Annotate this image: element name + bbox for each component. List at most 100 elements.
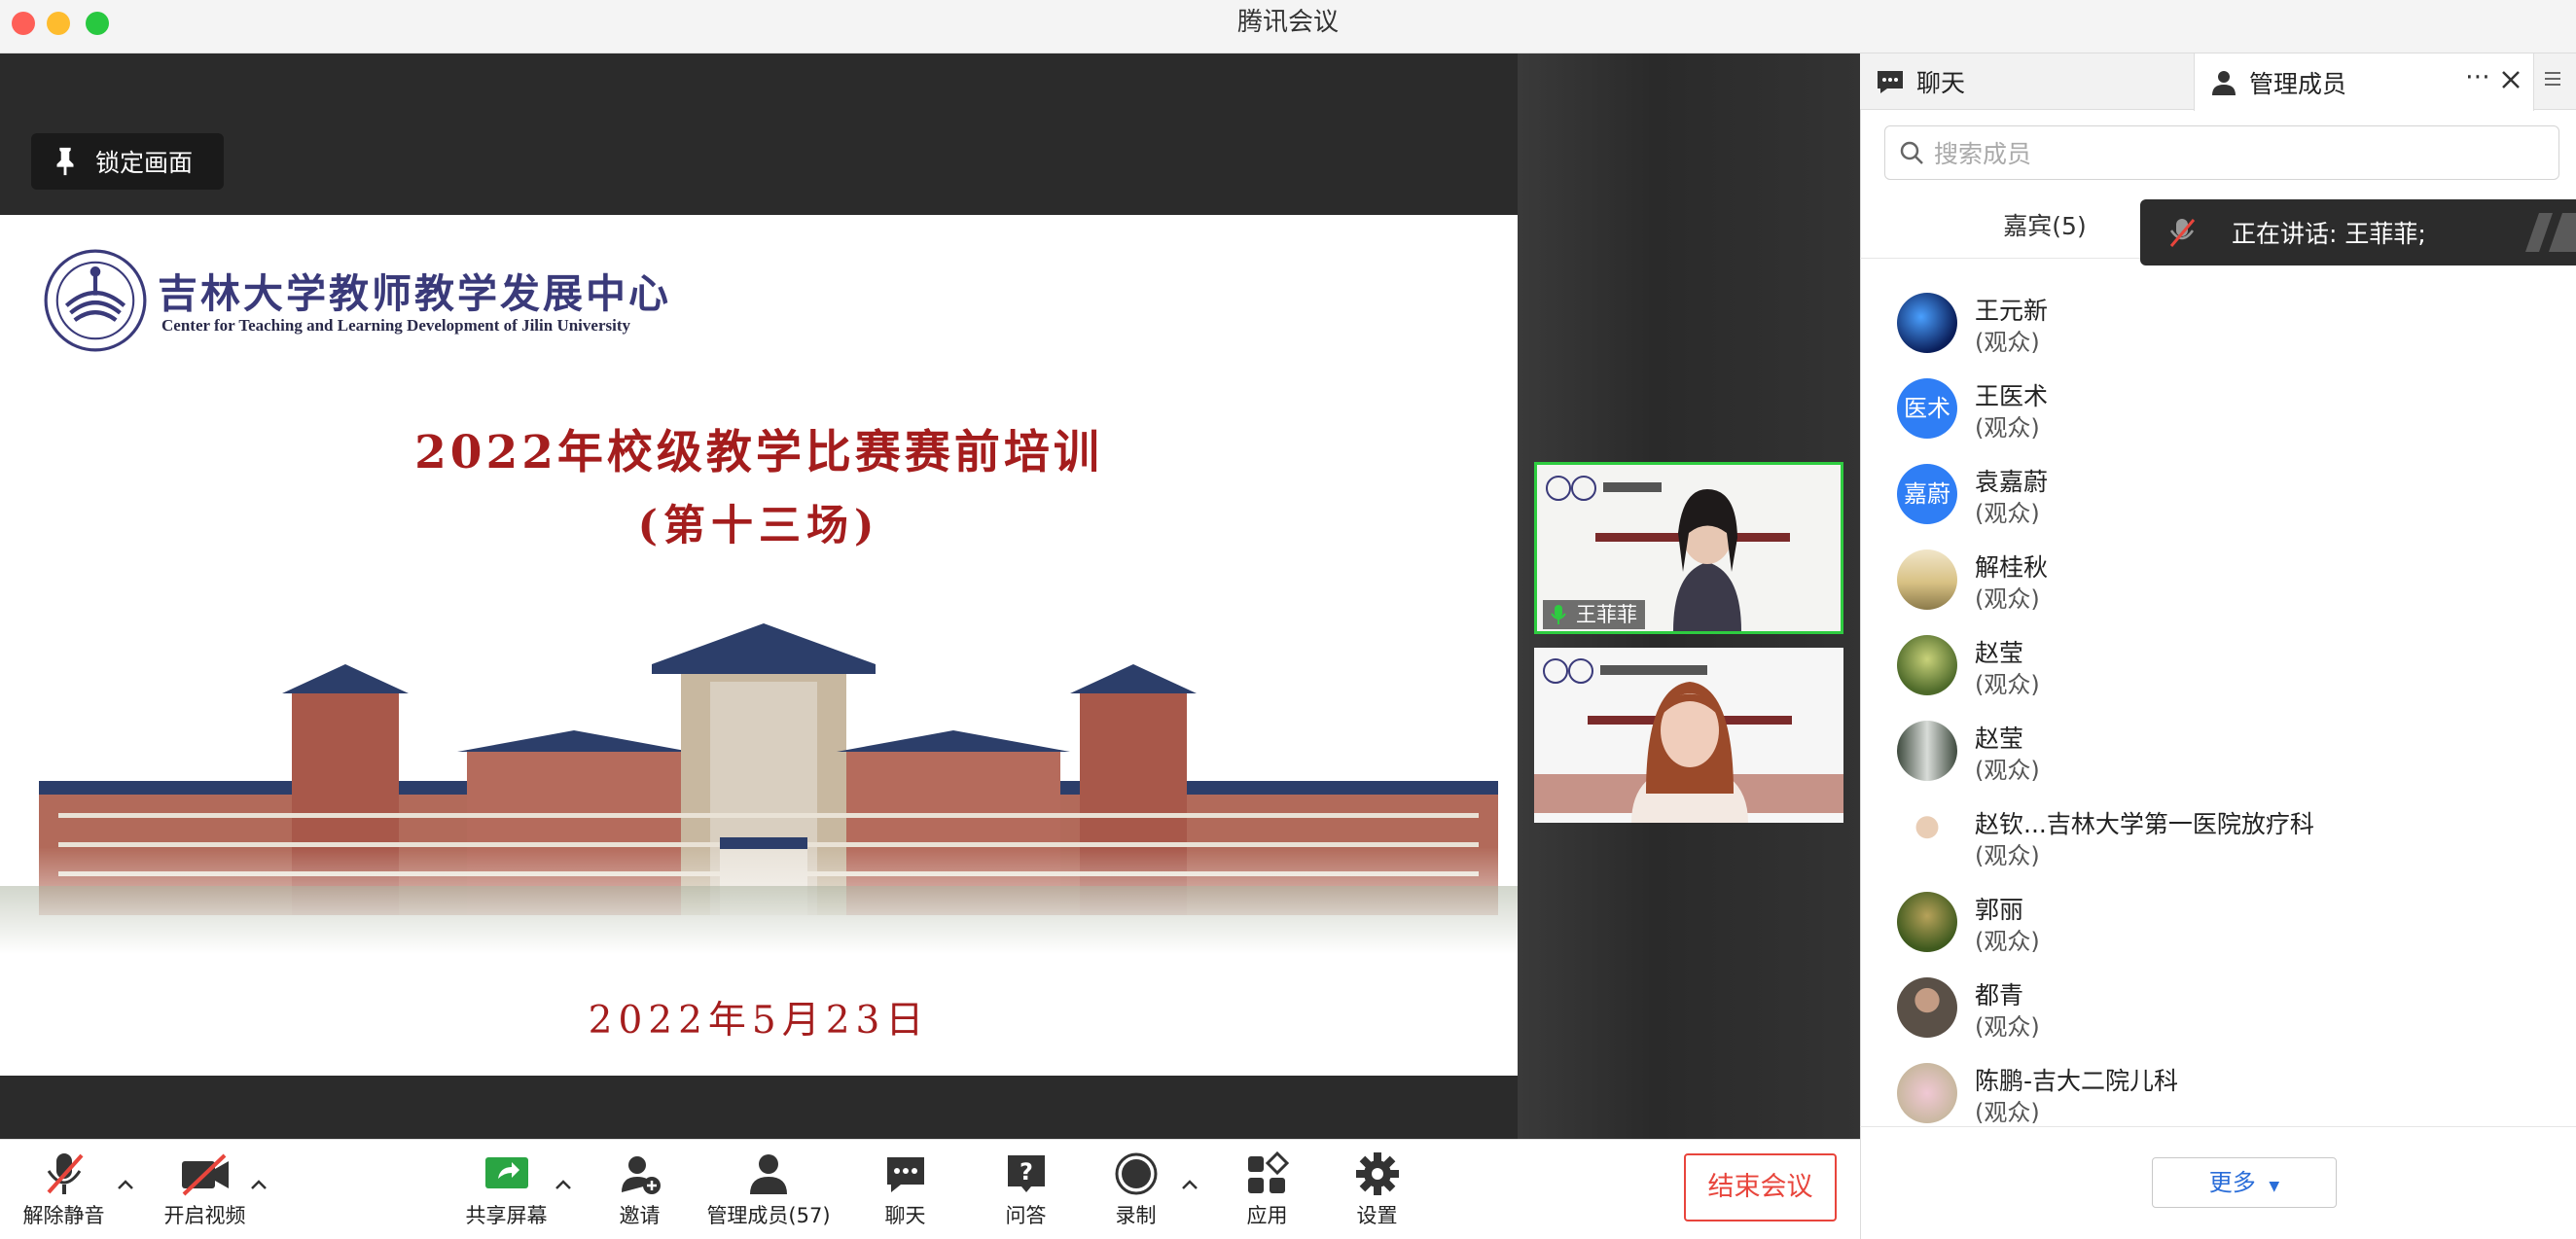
tab-chat[interactable]: 聊天 bbox=[1860, 53, 2194, 110]
member-item[interactable]: 赵莹 (观众) bbox=[1860, 715, 2560, 800]
more-options-icon[interactable]: ⋯ bbox=[2463, 62, 2492, 97]
member-role: (观众) bbox=[1975, 1013, 2040, 1041]
search-members-field[interactable]: 搜索成员 bbox=[1884, 125, 2559, 180]
member-name: 袁嘉蔚 bbox=[1975, 468, 2049, 496]
search-icon bbox=[1900, 141, 1923, 164]
unmute-label: 解除静音 bbox=[22, 1204, 105, 1227]
avatar bbox=[1897, 635, 1957, 695]
member-item[interactable]: 王元新 (观众) bbox=[1860, 287, 2560, 372]
avatar bbox=[1897, 892, 1957, 952]
share-screen-label: 共享屏幕 bbox=[465, 1204, 548, 1227]
microphone-muted-icon bbox=[2169, 219, 2196, 247]
apps-label: 应用 bbox=[1246, 1204, 1288, 1227]
caret-down-icon: ▼ bbox=[2269, 1179, 2280, 1194]
camera-off-icon bbox=[181, 1153, 229, 1196]
slide-date: 2022年5月23日 bbox=[588, 999, 930, 1043]
participant-video bbox=[1534, 648, 1843, 823]
member-item[interactable]: 解桂秋 (观众) bbox=[1860, 544, 2560, 629]
member-role: (观众) bbox=[1975, 500, 2040, 527]
start-video-label: 开启视频 bbox=[163, 1204, 246, 1227]
campus-building-image bbox=[0, 604, 1518, 954]
lock-view-label: 锁定画面 bbox=[95, 149, 194, 177]
window-title: 腾讯会议 bbox=[1236, 8, 1339, 37]
member-role: (观众) bbox=[1975, 1099, 2040, 1126]
record-button[interactable]: 录制 bbox=[1094, 1151, 1177, 1229]
org-name-chinese: 吉林大学教师教学发展中心 bbox=[158, 270, 671, 317]
settings-button[interactable]: 设置 bbox=[1336, 1151, 1418, 1229]
record-options-caret-icon[interactable] bbox=[1181, 1179, 1199, 1190]
member-item[interactable]: 赵莹 (观众) bbox=[1860, 629, 2560, 715]
settings-label: 设置 bbox=[1356, 1204, 1398, 1227]
record-icon bbox=[1115, 1152, 1157, 1195]
speaking-indicator: 正在讲话: 王菲菲; bbox=[2140, 199, 2576, 266]
member-role: (观众) bbox=[1975, 842, 2040, 869]
chat-button[interactable]: 聊天 bbox=[864, 1151, 947, 1229]
more-button[interactable]: 更多 ▼ bbox=[2152, 1157, 2337, 1208]
audio-options-caret-icon[interactable] bbox=[117, 1179, 134, 1190]
more-label: 更多 bbox=[2208, 1169, 2256, 1196]
member-name: 郭丽 bbox=[1975, 896, 2024, 924]
member-name: 陈鹏-吉大二院儿科 bbox=[1975, 1067, 2179, 1095]
apps-button[interactable]: 应用 bbox=[1226, 1151, 1308, 1229]
member-item[interactable]: 陈鹏-吉大二院儿科 (观众) bbox=[1860, 1057, 2560, 1143]
gear-icon bbox=[1355, 1152, 1399, 1195]
lock-view-button[interactable]: 锁定画面 bbox=[31, 133, 224, 190]
add-user-icon bbox=[621, 1156, 661, 1194]
record-label: 录制 bbox=[1115, 1204, 1157, 1227]
avatar: 嘉蔚 bbox=[1897, 464, 1957, 524]
qa-button[interactable]: ? 问答 bbox=[984, 1151, 1067, 1229]
menu-icon[interactable] bbox=[2543, 70, 2562, 88]
unmute-button[interactable]: 解除静音 bbox=[18, 1151, 110, 1229]
member-role: (观众) bbox=[1975, 928, 2040, 955]
member-item[interactable]: 赵钦...吉林大学第一医院放疗科 (观众) bbox=[1860, 800, 2560, 886]
share-options-caret-icon[interactable] bbox=[555, 1179, 572, 1190]
member-role: (观众) bbox=[1975, 329, 2040, 356]
chat-label: 聊天 bbox=[884, 1204, 926, 1227]
avatar bbox=[1897, 977, 1957, 1038]
member-item[interactable]: 医术 王医术 (观众) bbox=[1860, 372, 2560, 458]
member-role: (观众) bbox=[1975, 671, 2040, 698]
avatar bbox=[1897, 549, 1957, 610]
title-bar: 腾讯会议 bbox=[0, 0, 2576, 53]
member-role: (观众) bbox=[1975, 585, 2040, 613]
speaker-name: 王菲菲 bbox=[1576, 603, 1637, 626]
speaking-text: 正在讲话: 王菲菲; bbox=[2232, 220, 2426, 248]
start-video-button[interactable]: 开启视频 bbox=[159, 1151, 251, 1229]
speaker-name-tag: 王菲菲 bbox=[1543, 600, 1645, 629]
member-name: 赵钦...吉林大学第一医院放疗科 bbox=[1975, 810, 2314, 838]
avatar bbox=[1897, 721, 1957, 781]
tab-members-label: 管理成员 bbox=[2249, 69, 2347, 98]
video-tile-speaker[interactable]: 王菲菲 bbox=[1534, 462, 1843, 634]
university-logo bbox=[44, 249, 147, 352]
share-screen-icon bbox=[484, 1157, 528, 1188]
member-name: 王医术 bbox=[1975, 382, 2049, 410]
member-item[interactable]: 都青 (观众) bbox=[1860, 972, 2560, 1057]
share-screen-button[interactable]: 共享屏幕 bbox=[460, 1151, 553, 1229]
person-icon bbox=[2212, 70, 2236, 95]
avatar: 医术 bbox=[1897, 378, 1957, 439]
question-icon: ? bbox=[1007, 1155, 1045, 1192]
video-tile-participant[interactable] bbox=[1534, 648, 1843, 823]
meeting-toolbar: 解除静音 开启视频 共享屏幕 邀请 管理成员(57) 聊天 ? 问答 录制 应用… bbox=[0, 1139, 1860, 1239]
avatar bbox=[1897, 806, 1957, 867]
close-icon[interactable] bbox=[2500, 69, 2522, 90]
slide-subtitle: (第十三场) bbox=[637, 502, 880, 550]
avatar bbox=[1897, 293, 1957, 353]
tab-chat-label: 聊天 bbox=[1916, 69, 1966, 97]
presentation-slide: 吉林大学教师教学发展中心 Center for Teaching and Lea… bbox=[0, 215, 1518, 1076]
invite-button[interactable]: 邀请 bbox=[598, 1151, 681, 1229]
chat-icon bbox=[1878, 71, 1903, 93]
member-role: (观众) bbox=[1975, 414, 2040, 442]
video-options-caret-icon[interactable] bbox=[250, 1179, 268, 1190]
pin-icon bbox=[56, 147, 74, 176]
chat-icon bbox=[886, 1157, 924, 1192]
org-name-english: Center for Teaching and Learning Develop… bbox=[161, 316, 630, 335]
manage-members-button[interactable]: 管理成员(57) bbox=[705, 1151, 832, 1229]
manage-members-label: 管理成员(57) bbox=[706, 1204, 831, 1227]
member-role: (观众) bbox=[1975, 757, 2040, 784]
member-item[interactable]: 嘉蔚 袁嘉蔚 (观众) bbox=[1860, 458, 2560, 544]
member-item[interactable]: 郭丽 (观众) bbox=[1860, 886, 2560, 972]
end-meeting-button[interactable]: 结束会议 bbox=[1684, 1153, 1837, 1221]
svg-text:?: ? bbox=[1020, 1158, 1033, 1186]
member-name: 赵莹 bbox=[1975, 639, 2024, 667]
